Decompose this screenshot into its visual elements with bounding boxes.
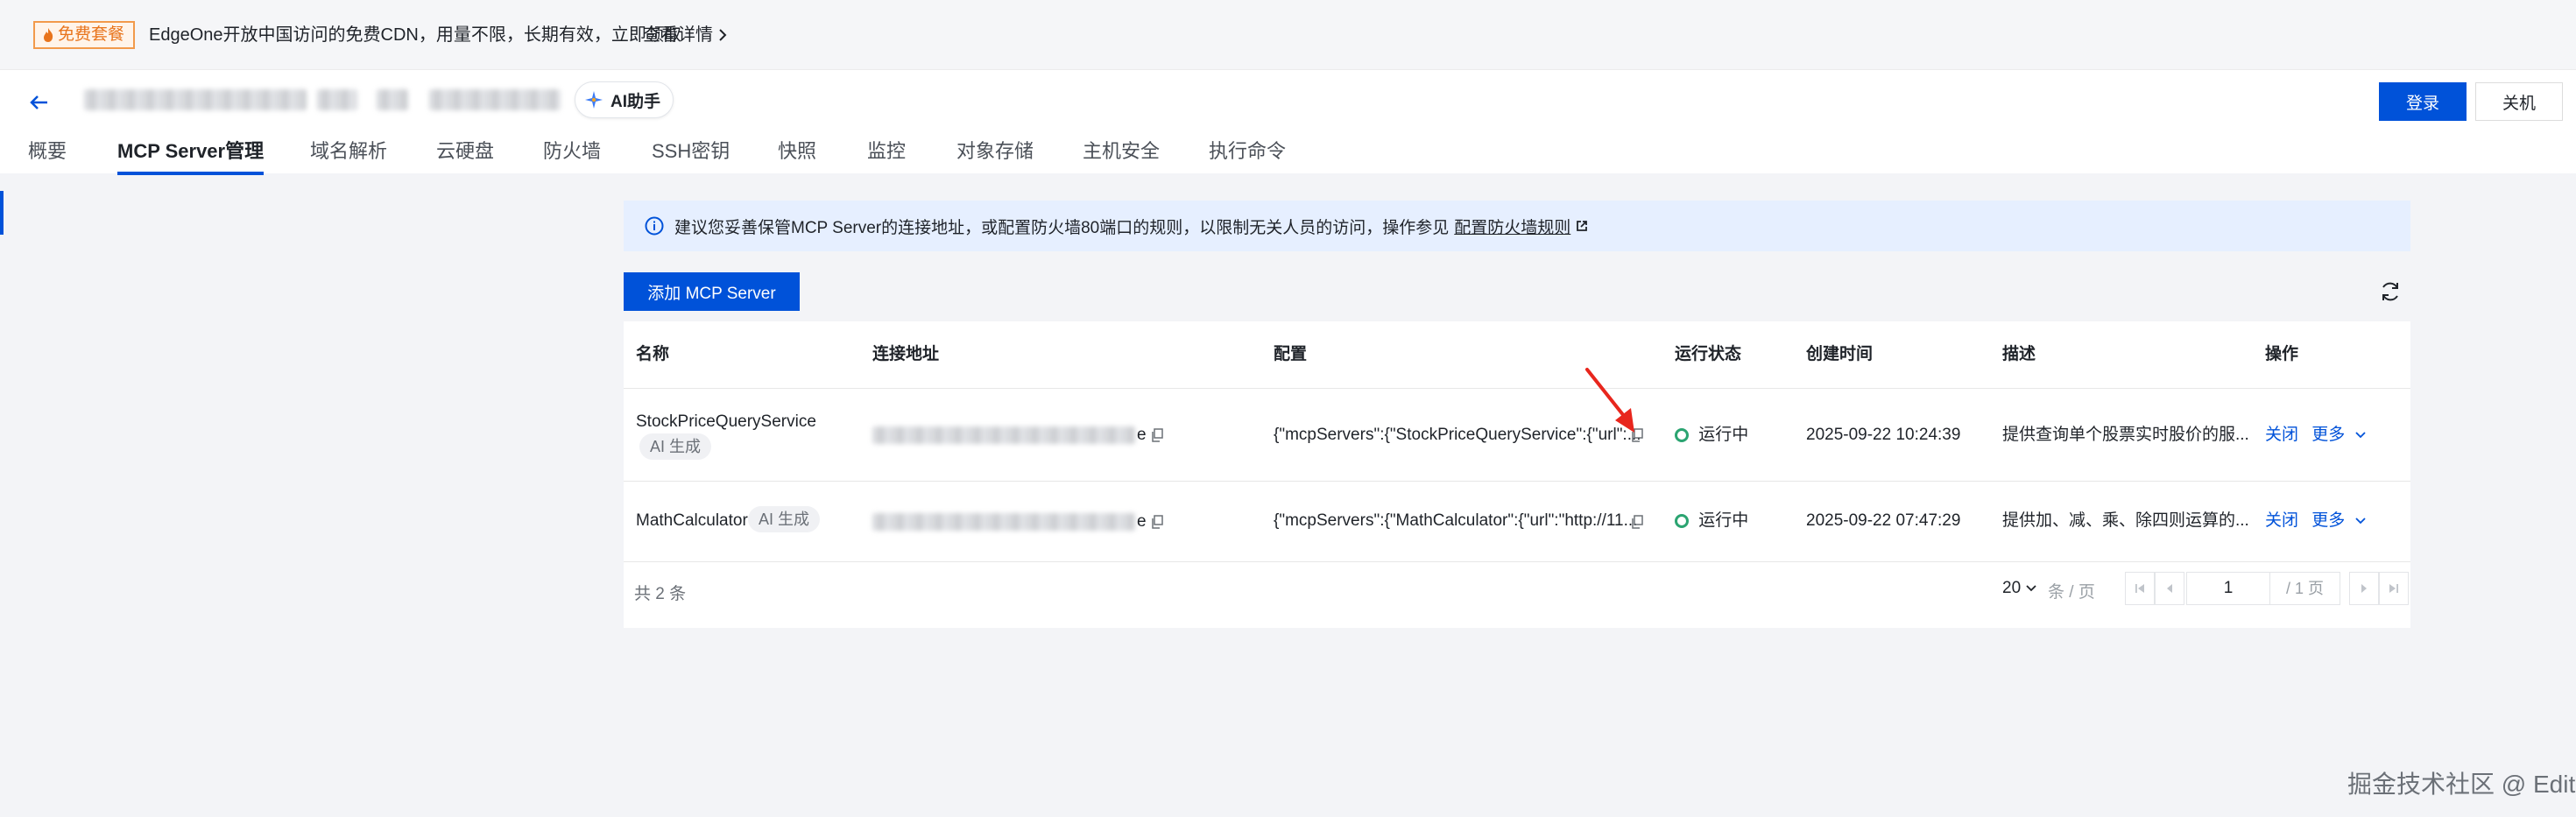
- more-actions-link[interactable]: 更多: [2311, 511, 2345, 530]
- server-config: {"mcpServers":{"MathCalculator":{"url":"…: [1274, 511, 1638, 530]
- page-number-input[interactable]: 1: [2186, 572, 2270, 605]
- tab-ssh-keys[interactable]: SSH密钥: [652, 138, 730, 165]
- chevron-right-icon: [719, 29, 727, 41]
- created-time: 2025-09-22 07:47:29: [1806, 511, 1961, 530]
- connection-address-suffix: e: [1137, 512, 1147, 531]
- tab-host-security[interactable]: 主机安全: [1083, 138, 1160, 165]
- tab-run-command[interactable]: 执行命令: [1209, 138, 1286, 165]
- chevron-down-icon[interactable]: [2354, 518, 2366, 525]
- running-status-icon: [1675, 427, 1689, 442]
- server-description: 提供加、减、乘、除四则运算的...: [2002, 511, 2249, 530]
- sidebar-active-indicator: [0, 191, 4, 235]
- connection-address-redacted: [872, 426, 1135, 444]
- more-actions-link[interactable]: 更多: [2311, 426, 2345, 444]
- first-page-button[interactable]: [2125, 572, 2155, 605]
- free-plan-badge: 免费套餐: [33, 21, 136, 49]
- copy-address-icon[interactable]: [1151, 515, 1163, 529]
- header-status: 运行状态: [1675, 345, 1742, 363]
- next-page-icon: [2361, 584, 2367, 593]
- last-page-icon: [2389, 584, 2398, 593]
- banner-details-label: 查看详情: [643, 25, 713, 45]
- connection-address-redacted: [872, 513, 1135, 531]
- login-button[interactable]: 登录: [2379, 82, 2467, 121]
- tab-cloud-disk[interactable]: 云硬盘: [436, 138, 494, 165]
- tab-mcp-server[interactable]: MCP Server管理: [117, 138, 265, 175]
- row-divider: [624, 481, 2410, 482]
- last-page-button[interactable]: [2379, 572, 2409, 605]
- first-page-icon: [2135, 584, 2144, 593]
- security-notice: 建议您妥善保管MCP Server的连接地址，或配置防火墙80端口的规则，以限制…: [624, 201, 2410, 251]
- close-server-link[interactable]: 关闭: [2265, 426, 2298, 444]
- header-created: 创建时间: [1806, 345, 1874, 363]
- free-plan-label: 免费套餐: [58, 25, 125, 44]
- server-description: 提供查询单个股票实时股价的服...: [2002, 426, 2249, 444]
- fire-icon: [44, 28, 53, 42]
- ai-assistant-label: AI助手: [610, 92, 661, 111]
- row-divider: [624, 388, 2410, 389]
- ai-sparkle-icon: [585, 91, 603, 109]
- promo-banner: 免费套餐 EdgeOne开放中国访问的免费CDN，用量不限，长期有效，立即领取 …: [0, 0, 2576, 70]
- server-status: 运行中: [1698, 511, 1749, 530]
- row-divider: [624, 561, 2410, 562]
- server-name: StockPriceQueryService: [636, 412, 816, 431]
- running-status-icon: [1675, 513, 1689, 528]
- chevron-down-icon[interactable]: [2354, 432, 2366, 439]
- copy-address-icon[interactable]: [1151, 428, 1163, 442]
- tab-monitoring[interactable]: 监控: [867, 138, 906, 165]
- next-page-button[interactable]: [2349, 572, 2379, 605]
- instance-header: AI助手 登录 关机 概要 MCP Server管理 域名解析 云硬盘 防火墙 …: [0, 70, 2576, 175]
- close-server-link[interactable]: 关闭: [2265, 511, 2298, 530]
- firewall-rules-link[interactable]: 配置防火墙规则: [1454, 215, 1570, 238]
- external-link-icon: [1577, 221, 1588, 231]
- header-config: 配置: [1274, 345, 1308, 363]
- tab-object-storage[interactable]: 对象存储: [956, 138, 1034, 165]
- shutdown-button[interactable]: 关机: [2475, 82, 2563, 121]
- ai-assistant-button[interactable]: AI助手: [575, 81, 674, 118]
- annotation-arrow-icon: [1585, 368, 1634, 433]
- server-name: MathCalculator: [636, 511, 748, 530]
- chevron-down-icon: [2026, 585, 2036, 592]
- tab-snapshots[interactable]: 快照: [778, 138, 816, 165]
- total-pages: / 1 页: [2270, 572, 2340, 605]
- tab-dns[interactable]: 域名解析: [310, 138, 387, 165]
- instance-ip-redacted: [377, 89, 408, 110]
- instance-region-redacted: [429, 89, 561, 110]
- notice-text: 建议您妥善保管MCP Server的连接地址，或配置防火墙80端口的规则，以限制…: [674, 218, 1450, 237]
- add-mcp-server-button[interactable]: 添加 MCP Server: [624, 272, 800, 311]
- created-time: 2025-09-22 10:24:39: [1806, 426, 1961, 444]
- header-actions: 操作: [2265, 345, 2299, 363]
- total-count: 共 2 条: [634, 585, 687, 603]
- prev-page-icon: [2167, 584, 2172, 593]
- header-name: 名称: [636, 345, 670, 363]
- page-size-value: 20: [2002, 579, 2022, 597]
- mcp-server-table: 名称 连接地址 配置 运行状态 创建时间 描述 操作 StockPriceQue…: [624, 321, 2410, 628]
- banner-message: EdgeOne开放中国访问的免费CDN，用量不限，长期有效，立即领取: [149, 25, 681, 45]
- connection-address-suffix: e: [1137, 426, 1147, 444]
- instance-tag-redacted: [317, 89, 357, 110]
- header-address: 连接地址: [872, 345, 940, 363]
- info-icon: [645, 216, 664, 236]
- header-description: 描述: [2002, 345, 2036, 363]
- prev-page-button[interactable]: [2155, 572, 2184, 605]
- back-arrow-icon[interactable]: [26, 89, 53, 116]
- refresh-icon[interactable]: [2379, 280, 2402, 303]
- ai-generated-tag: AI 生成: [639, 433, 712, 460]
- per-page-label: 条 / 页: [2048, 583, 2095, 602]
- banner-details-link[interactable]: 查看详情: [643, 23, 727, 47]
- watermark: 掘金技术社区 @ Edit: [2347, 771, 2576, 798]
- instance-name-redacted: [84, 89, 307, 110]
- copy-config-icon[interactable]: [1631, 515, 1643, 529]
- ai-generated-tag: AI 生成: [748, 506, 821, 532]
- tab-overview[interactable]: 概要: [28, 138, 67, 165]
- server-status: 运行中: [1698, 426, 1749, 444]
- page-size-select[interactable]: 20: [2002, 579, 2036, 598]
- tab-firewall[interactable]: 防火墙: [543, 138, 601, 165]
